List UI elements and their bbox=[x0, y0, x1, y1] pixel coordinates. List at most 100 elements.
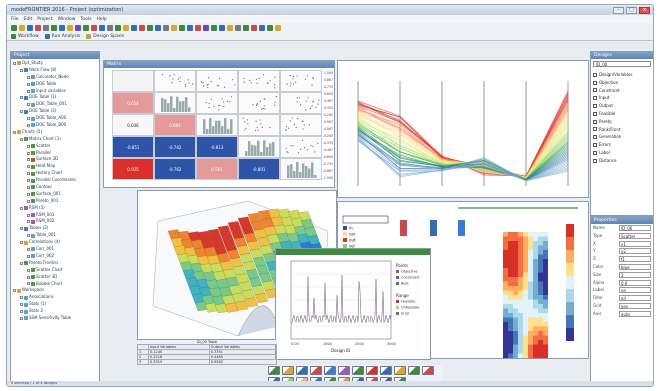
correlation-cell[interactable]: 0.654 bbox=[112, 92, 154, 114]
expand-toggle-icon[interactable] bbox=[13, 289, 16, 292]
menu-edit[interactable]: Edit bbox=[24, 17, 33, 22]
tree-item[interactable]: Stats 2 bbox=[13, 308, 97, 315]
correlation-cell[interactable]: -0.762 bbox=[154, 158, 196, 180]
chart-type-button[interactable] bbox=[338, 366, 350, 375]
expand-toggle-icon[interactable] bbox=[27, 179, 30, 182]
expand-toggle-icon[interactable] bbox=[20, 69, 23, 72]
toolbar-icon[interactable] bbox=[107, 25, 113, 31]
expand-toggle-icon[interactable] bbox=[27, 193, 30, 196]
toolbar2-tab[interactable]: Workflow bbox=[11, 34, 39, 39]
correlation-cell[interactable]: -0.813 bbox=[196, 136, 238, 158]
expand-toggle-icon[interactable] bbox=[27, 124, 30, 127]
toolbar-icon[interactable] bbox=[155, 25, 161, 31]
chart-type-button[interactable] bbox=[268, 366, 280, 375]
toolbar-icon[interactable] bbox=[171, 25, 177, 31]
toolbar-icon[interactable] bbox=[195, 25, 201, 31]
correlation-cell[interactable]: 0.935 bbox=[112, 158, 154, 180]
tree-item[interactable]: Associations bbox=[13, 294, 97, 301]
minimize-button[interactable]: – bbox=[613, 7, 624, 14]
toolbar-icon[interactable] bbox=[115, 25, 121, 31]
toolbar-icon[interactable] bbox=[35, 25, 41, 31]
chart-type-button[interactable] bbox=[408, 366, 420, 375]
checkbox[interactable] bbox=[593, 159, 597, 163]
tree-item[interactable]: Parallel bbox=[13, 150, 97, 157]
property-value-field[interactable]: y2 bbox=[619, 248, 651, 254]
matrix-cell[interactable] bbox=[196, 114, 238, 136]
menu-file[interactable]: File bbox=[11, 17, 19, 22]
design-filter-item[interactable]: Label bbox=[593, 149, 651, 157]
toolbar-icon[interactable] bbox=[163, 25, 169, 31]
tree-item[interactable]: Heat Map bbox=[13, 163, 97, 170]
property-value-field[interactable]: x1 bbox=[619, 241, 651, 247]
toolbar2-tab[interactable]: Design Space bbox=[86, 34, 124, 39]
tree-item[interactable]: Correlations (4) bbox=[13, 239, 97, 246]
tree-item[interactable]: Corr_002 bbox=[13, 253, 97, 260]
toolbar-icon[interactable] bbox=[91, 25, 97, 31]
expand-toggle-icon[interactable] bbox=[27, 220, 30, 223]
checkbox[interactable] bbox=[593, 135, 597, 139]
design-filter-item[interactable]: Distance bbox=[593, 157, 651, 165]
correlation-cell[interactable] bbox=[112, 70, 154, 92]
expand-toggle-icon[interactable] bbox=[27, 145, 30, 148]
tree-item[interactable]: RSM (3) bbox=[13, 205, 97, 212]
expand-toggle-icon[interactable] bbox=[27, 165, 30, 168]
property-value-field[interactable]: ID_00 bbox=[619, 225, 651, 231]
chart-type-button[interactable] bbox=[394, 366, 406, 375]
property-value-field[interactable]: blue bbox=[619, 264, 651, 270]
checkbox[interactable] bbox=[593, 143, 597, 147]
menu-help[interactable]: Help bbox=[97, 17, 107, 22]
tree-item[interactable]: Scatter 3D bbox=[13, 274, 97, 281]
tree-item[interactable]: Matrix Chart (1) bbox=[13, 136, 97, 143]
property-value-field[interactable]: auto bbox=[619, 311, 651, 317]
matrix-cell[interactable] bbox=[238, 92, 280, 114]
toolbar-icon[interactable] bbox=[83, 25, 89, 31]
toolbar-icon[interactable] bbox=[123, 25, 129, 31]
close-button[interactable]: × bbox=[639, 7, 650, 14]
design-filter-item[interactable]: Design/Variables bbox=[593, 71, 651, 79]
maximize-button[interactable]: □ bbox=[626, 7, 637, 14]
expand-toggle-icon[interactable] bbox=[20, 110, 23, 113]
checkbox[interactable] bbox=[593, 73, 597, 77]
menu-tools[interactable]: Tools bbox=[80, 17, 91, 22]
matrix-cell[interactable] bbox=[238, 114, 280, 136]
property-value-field[interactable]: yes bbox=[619, 303, 651, 309]
matrix-cell[interactable] bbox=[280, 70, 322, 92]
tree-item[interactable]: DOE Table bbox=[13, 81, 97, 88]
tree-item[interactable]: Stats (1) bbox=[13, 301, 97, 308]
expand-toggle-icon[interactable] bbox=[20, 227, 23, 230]
chart-type-button[interactable] bbox=[352, 366, 364, 375]
checkbox[interactable] bbox=[593, 81, 597, 85]
tree-item[interactable]: Workspace bbox=[13, 287, 97, 294]
tree-item[interactable]: SSM Sensitivity Table bbox=[13, 315, 97, 322]
expand-toggle-icon[interactable] bbox=[27, 117, 30, 120]
tree-item[interactable]: Charts (5) bbox=[13, 129, 97, 136]
correlation-cell[interactable]: 0.684 bbox=[154, 114, 196, 136]
matrix-cell[interactable] bbox=[154, 70, 196, 92]
expand-toggle-icon[interactable] bbox=[27, 103, 30, 106]
expand-toggle-icon[interactable] bbox=[27, 152, 30, 155]
expand-toggle-icon[interactable] bbox=[20, 296, 23, 299]
expand-toggle-icon[interactable] bbox=[27, 255, 30, 258]
tree-item[interactable]: Corr_001 bbox=[13, 246, 97, 253]
expand-toggle-icon[interactable] bbox=[27, 248, 30, 251]
expand-toggle-icon[interactable] bbox=[20, 262, 23, 265]
toolbar-icon[interactable] bbox=[275, 25, 281, 31]
expand-toggle-icon[interactable] bbox=[20, 241, 23, 244]
table-row[interactable]: 3 0.3319 0.5582 bbox=[138, 360, 277, 365]
tree-item[interactable]: Work Flow (8) bbox=[13, 67, 97, 74]
tree-item[interactable]: RSM_002 bbox=[13, 218, 97, 225]
toolbar-icon[interactable] bbox=[243, 25, 249, 31]
tree-item[interactable]: RSM_001 bbox=[13, 212, 97, 219]
expand-toggle-icon[interactable] bbox=[27, 276, 30, 279]
correlation-cell[interactable]: -0.801 bbox=[238, 158, 280, 180]
design-filter-item[interactable]: Output bbox=[593, 102, 651, 110]
property-value-field[interactable]: f1 bbox=[619, 256, 651, 262]
tree-item[interactable]: Surface 3D bbox=[13, 156, 97, 163]
tree-item[interactable]: Contour bbox=[13, 184, 97, 191]
property-value-field[interactable]: all bbox=[619, 295, 651, 301]
toolbar-icon[interactable] bbox=[179, 25, 185, 31]
property-value-field[interactable]: 2 bbox=[619, 272, 651, 278]
tree-item[interactable]: Surface_001 bbox=[13, 191, 97, 198]
matrix-cell[interactable] bbox=[154, 92, 196, 114]
property-value-field[interactable]: on bbox=[619, 287, 651, 293]
